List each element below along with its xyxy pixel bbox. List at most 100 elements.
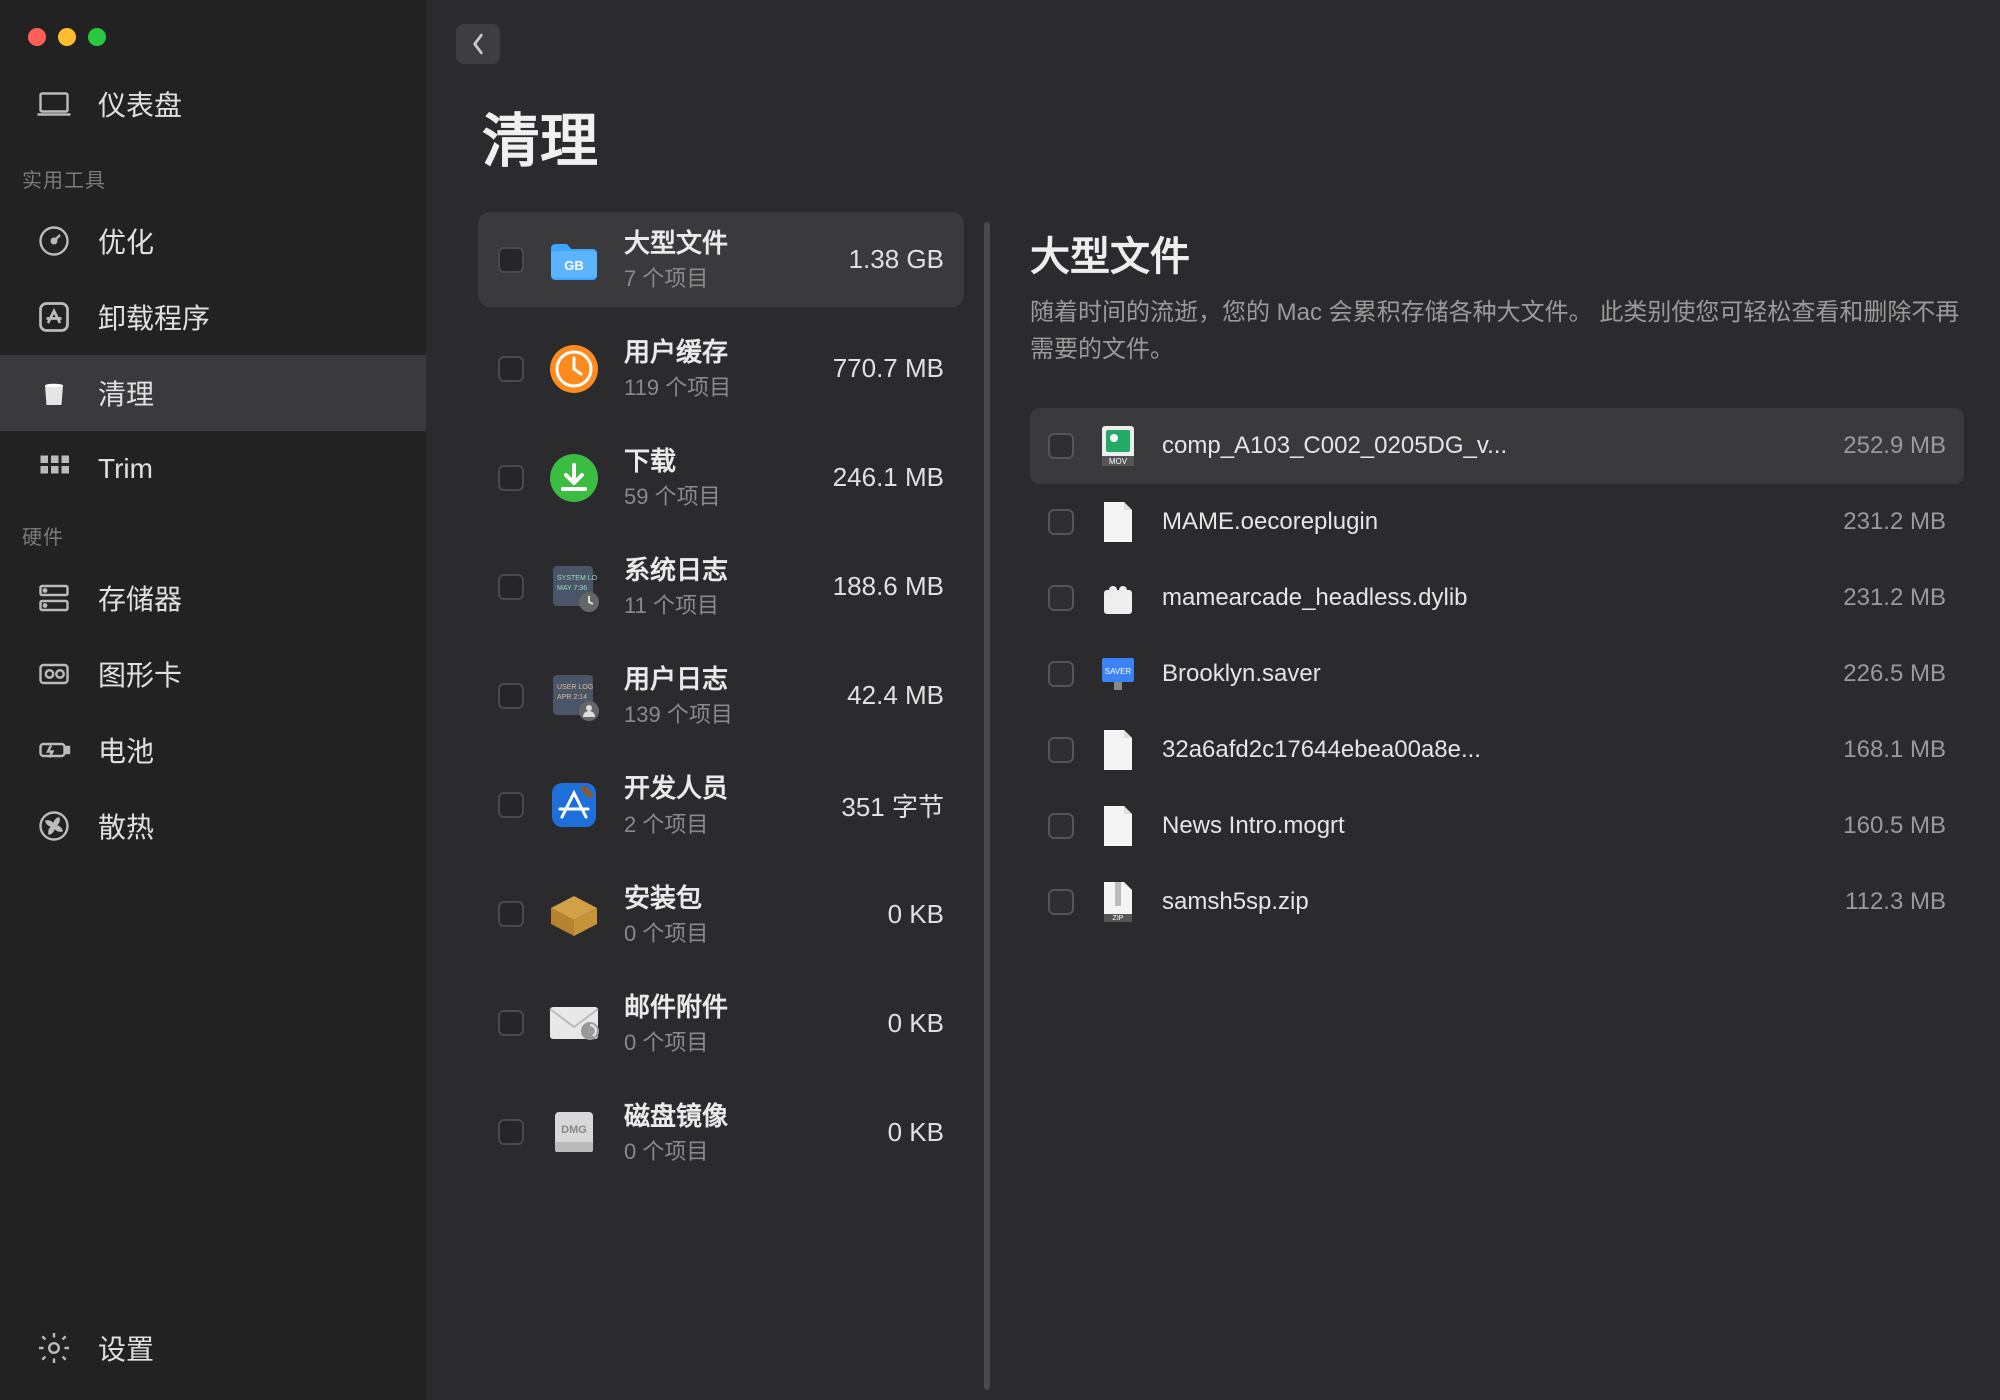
category-checkbox[interactable] xyxy=(498,574,524,600)
category-title: 系统日志 xyxy=(624,553,813,588)
sidebar-item-clean[interactable]: 清理 xyxy=(0,355,426,431)
category-text: 下载59 个项目 xyxy=(624,444,813,511)
category-checkbox[interactable] xyxy=(498,683,524,709)
file-size: 168.1 MB xyxy=(1843,736,1946,764)
file-doc-icon xyxy=(1098,498,1138,546)
category-size: 42.4 MB xyxy=(847,680,944,711)
category-size: 351 字节 xyxy=(841,787,944,824)
page-title: 清理 xyxy=(426,64,2000,212)
file-row[interactable]: News Intro.mogrt160.5 MB xyxy=(1030,788,1964,864)
sidebar-item-label: 清理 xyxy=(98,373,154,413)
category-row[interactable]: 下载59 个项目 246.1 MB xyxy=(478,430,964,525)
category-checkbox[interactable] xyxy=(498,247,524,273)
file-name: News Intro.mogrt xyxy=(1162,812,1819,840)
category-text: 安装包0 个项目 xyxy=(624,881,868,948)
category-checkbox[interactable] xyxy=(498,792,524,818)
category-text: 用户日志139 个项目 xyxy=(624,662,827,729)
category-checkbox[interactable] xyxy=(498,1119,524,1145)
file-name: mamearcade_headless.dylib xyxy=(1162,584,1819,612)
back-button[interactable] xyxy=(456,24,500,64)
sidebar-item-graphics[interactable]: 图形卡 xyxy=(0,636,426,712)
topbar xyxy=(426,0,2000,64)
category-row[interactable]: SYSTEM LOMAY 7:36系统日志11 个项目188.6 MB xyxy=(478,539,964,634)
chevron-left-icon xyxy=(470,33,486,55)
file-checkbox[interactable] xyxy=(1048,433,1074,459)
mail-icon xyxy=(544,993,604,1053)
file-checkbox[interactable] xyxy=(1048,813,1074,839)
category-size: 246.1 MB xyxy=(833,462,944,493)
file-row[interactable]: MAME.oecoreplugin231.2 MB xyxy=(1030,484,1964,560)
sidebar-item-storage[interactable]: 存储器 xyxy=(0,560,426,636)
category-checkbox[interactable] xyxy=(498,465,524,491)
category-row[interactable]: GB 大型文件7 个项目 1.38 GB xyxy=(478,212,964,307)
sidebar-item-label: 存储器 xyxy=(98,578,182,618)
category-row[interactable]: 邮件附件0 个项目0 KB xyxy=(478,976,964,1071)
file-doc-icon xyxy=(1098,726,1138,774)
sidebar-item-label: 设置 xyxy=(98,1328,154,1368)
minimize-window-button[interactable] xyxy=(58,28,76,46)
trash-icon xyxy=(34,373,74,413)
maximize-window-button[interactable] xyxy=(88,28,106,46)
sidebar-item-trim[interactable]: Trim xyxy=(0,431,426,507)
file-row[interactable]: SAVERBrooklyn.saver226.5 MB xyxy=(1030,636,1964,712)
category-title: 用户缓存 xyxy=(624,335,813,370)
category-subtitle: 59 个项目 xyxy=(624,479,813,511)
category-subtitle: 139 个项目 xyxy=(624,697,827,729)
sidebar-item-label: 电池 xyxy=(98,730,154,770)
file-checkbox[interactable] xyxy=(1048,889,1074,915)
sidebar-item-label: 仪表盘 xyxy=(98,84,182,124)
gauge-icon xyxy=(34,221,74,261)
category-checkbox[interactable] xyxy=(498,901,524,927)
file-row[interactable]: MOVcomp_A103_C002_0205DG_v...252.9 MB xyxy=(1030,408,1964,484)
sidebar-item-optimize[interactable]: 优化 xyxy=(0,203,426,279)
sidebar-section-utilities: 实用工具 xyxy=(0,150,426,203)
sidebar-item-label: 图形卡 xyxy=(98,654,182,694)
category-text: 大型文件7 个项目 xyxy=(624,226,829,293)
category-title: 下载 xyxy=(624,444,813,479)
sidebar-item-battery[interactable]: 电池 xyxy=(0,712,426,788)
file-name: 32a6afd2c17644ebea00a8e... xyxy=(1162,736,1819,764)
file-row[interactable]: mamearcade_headless.dylib231.2 MB xyxy=(1030,560,1964,636)
file-size: 231.2 MB xyxy=(1843,508,1946,536)
sidebar-item-settings[interactable]: 设置 xyxy=(0,1310,426,1400)
xcode-icon xyxy=(544,775,604,835)
clock-orange-icon xyxy=(544,339,604,399)
sidebar-item-label: 优化 xyxy=(98,221,154,261)
category-size: 770.7 MB xyxy=(833,353,944,384)
gear-icon xyxy=(34,1328,74,1368)
category-checkbox[interactable] xyxy=(498,356,524,382)
file-row[interactable]: ZIPsamsh5sp.zip112.3 MB xyxy=(1030,864,1964,940)
sidebar-item-cooling[interactable]: 散热 xyxy=(0,788,426,864)
window-controls xyxy=(0,0,426,70)
svg-text:MOV: MOV xyxy=(1109,457,1128,466)
category-row[interactable]: 开发人员2 个项目351 字节 xyxy=(478,757,964,852)
file-size: 112.3 MB xyxy=(1845,888,1946,916)
svg-text:USER LOG: USER LOG xyxy=(557,684,593,691)
category-row[interactable]: 安装包0 个项目0 KB xyxy=(478,867,964,962)
sidebar-item-dashboard[interactable]: 仪表盘 xyxy=(0,70,426,150)
file-row[interactable]: 32a6afd2c17644ebea00a8e... 168.1 MB xyxy=(1030,712,1964,788)
file-mov-icon: MOV xyxy=(1098,422,1138,470)
sidebar-section-hardware: 硬件 xyxy=(0,507,426,560)
category-checkbox[interactable] xyxy=(498,1010,524,1036)
close-window-button[interactable] xyxy=(28,28,46,46)
category-row[interactable]: USER LOGAPR 2:14 用户日志139 个项目 42.4 MB xyxy=(478,648,964,743)
file-checkbox[interactable] xyxy=(1048,737,1074,763)
file-checkbox[interactable] xyxy=(1048,661,1074,687)
download-green-icon xyxy=(544,448,604,508)
category-row[interactable]: 用户缓存119 个项目770.7 MB xyxy=(478,321,964,416)
fan-icon xyxy=(34,806,74,846)
file-checkbox[interactable] xyxy=(1048,509,1074,535)
sidebar-item-uninstaller[interactable]: 卸载程序 xyxy=(0,279,426,355)
category-title: 开发人员 xyxy=(624,771,821,806)
log-user-icon: USER LOGAPR 2:14 xyxy=(544,666,604,726)
file-checkbox[interactable] xyxy=(1048,585,1074,611)
package-icon xyxy=(544,884,604,944)
file-size: 226.5 MB xyxy=(1843,660,1946,688)
folder-gb-icon: GB xyxy=(544,230,604,290)
category-list[interactable]: GB 大型文件7 个项目 1.38 GB 用户缓存119 个项目770.7 MB 下载5… xyxy=(426,212,984,1400)
svg-text:ZIP: ZIP xyxy=(1113,915,1124,922)
category-row[interactable]: DMG磁盘镜像0 个项目0 KB xyxy=(478,1085,964,1180)
category-size: 1.38 GB xyxy=(849,244,944,275)
file-list: MOVcomp_A103_C002_0205DG_v...252.9 MBMAM… xyxy=(1030,408,1964,940)
